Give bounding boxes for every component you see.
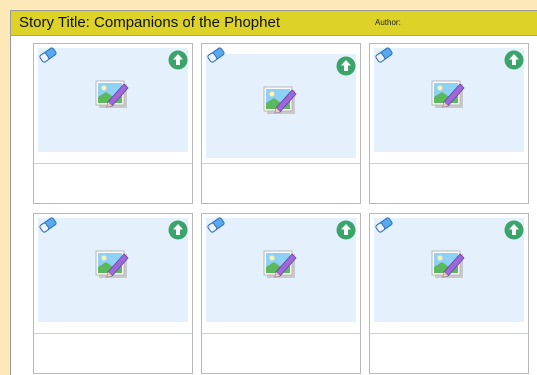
eraser-icon[interactable] [38,217,58,233]
storyboard-cell-2[interactable] [201,43,361,204]
image-placeholder-icon [94,248,130,282]
eraser-icon[interactable] [206,47,226,63]
storyboard-header: Story Title: Companions of the Phophet A… [11,11,537,36]
caption-divider [34,333,192,334]
upload-icon[interactable] [168,220,188,240]
eraser-icon[interactable] [38,47,58,63]
image-placeholder-icon [262,84,298,118]
story-title[interactable]: Story Title: Companions of the Phophet [19,14,280,31]
storyboard-cell-6[interactable] [369,213,529,374]
eraser-icon[interactable] [374,47,394,63]
image-placeholder-icon [430,248,466,282]
upload-icon[interactable] [504,50,524,70]
eraser-icon[interactable] [374,217,394,233]
image-placeholder-icon [430,78,466,112]
upload-icon[interactable] [336,220,356,240]
storyboard-cell-4[interactable] [33,213,193,374]
image-placeholder-icon [262,248,298,282]
caption-divider [34,163,192,164]
storyboard-sheet: Story Title: Companions of the Phophet A… [10,10,537,375]
upload-icon[interactable] [336,56,356,76]
caption-divider [202,163,360,164]
caption-divider [202,333,360,334]
author-label[interactable]: Author: [375,18,401,27]
caption-divider [370,163,528,164]
eraser-icon[interactable] [206,217,226,233]
caption-divider [370,333,528,334]
storyboard-cell-5[interactable] [201,213,361,374]
storyboard-cell-3[interactable] [369,43,529,204]
upload-icon[interactable] [504,220,524,240]
upload-icon[interactable] [168,50,188,70]
image-placeholder-icon [94,78,130,112]
storyboard-cell-1[interactable] [33,43,193,204]
